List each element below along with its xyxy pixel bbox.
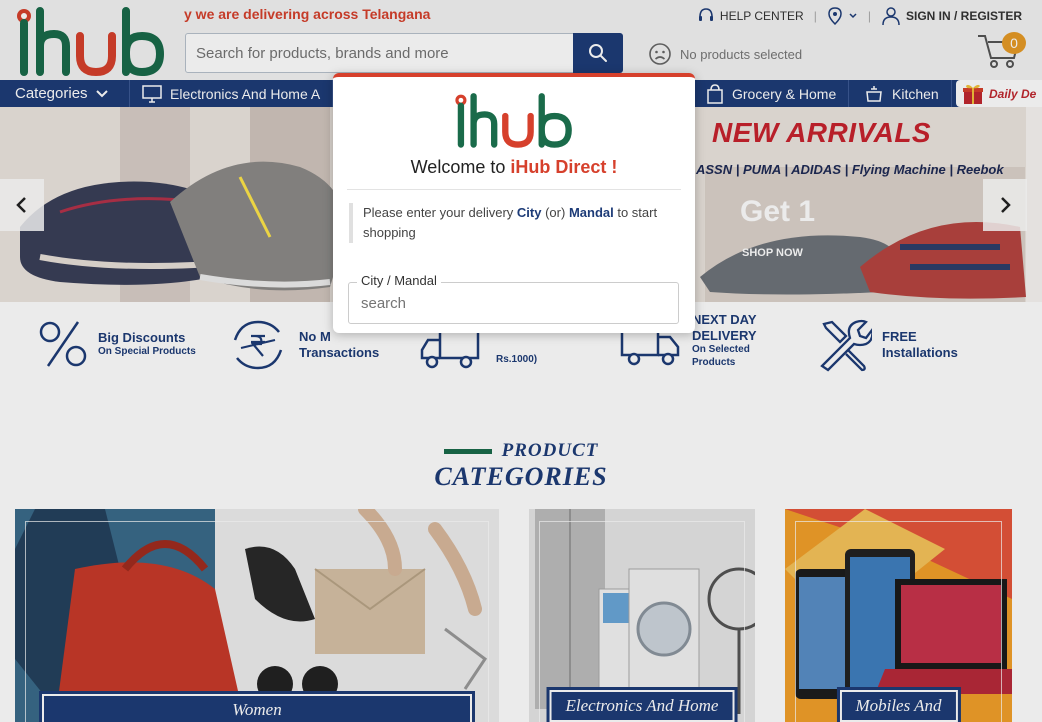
ihub-logo bbox=[455, 93, 572, 148]
city-mandal-field: City / Mandal bbox=[348, 273, 679, 324]
welcome-prefix: Welcome to bbox=[410, 157, 511, 177]
divider bbox=[347, 189, 681, 190]
modal-message: Please enter your delivery City (or) Man… bbox=[349, 203, 681, 243]
modal-welcome: Welcome to iHub Direct ! bbox=[333, 157, 695, 178]
msg-mandal: Mandal bbox=[568, 205, 614, 220]
welcome-brand: iHub Direct ! bbox=[510, 157, 618, 177]
delivery-location-modal: Welcome to iHub Direct ! Please enter yo… bbox=[333, 73, 695, 333]
field-label: City / Mandal bbox=[357, 273, 441, 288]
city-mandal-search-input[interactable] bbox=[349, 283, 678, 323]
page: y we are delivering across Telangana No … bbox=[0, 0, 1042, 722]
msg-city: City bbox=[516, 205, 542, 220]
msg-or: (or) bbox=[541, 205, 569, 220]
msg-prefix: Please enter your delivery bbox=[363, 205, 517, 220]
